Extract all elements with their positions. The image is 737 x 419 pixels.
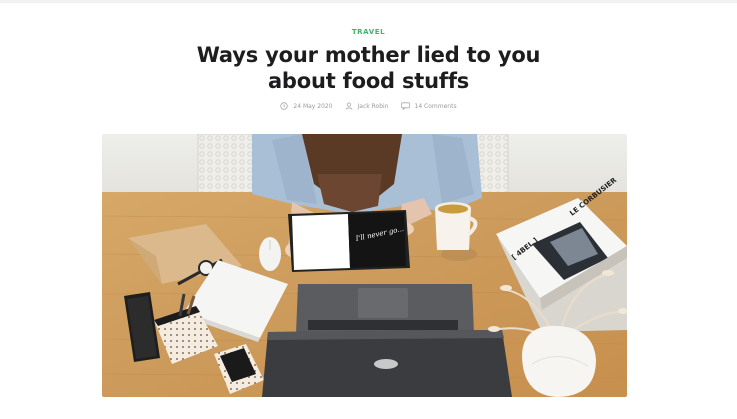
post-author[interactable]: Jack Robin <box>345 102 389 110</box>
post-category-link[interactable]: TRAVEL <box>0 28 737 36</box>
clock-icon <box>280 102 289 110</box>
post-date-text: 24 May 2020 <box>293 102 333 110</box>
post-title: Ways your mother lied to you about food … <box>150 42 587 94</box>
post-title-line-1: Ways your mother lied to you <box>196 43 541 67</box>
top-divider <box>0 0 737 3</box>
open-notebook: I'll never go... <box>288 210 410 272</box>
featured-image-illustration: I'll never go... LE CORBUSIER [ 4BEL ] <box>102 134 627 397</box>
computer-mouse <box>259 237 281 271</box>
comment-icon <box>400 102 410 110</box>
post-featured-image: I'll never go... LE CORBUSIER [ 4BEL ] <box>102 134 627 397</box>
post-title-line-2: about food stuffs <box>267 69 470 93</box>
user-icon <box>345 102 352 110</box>
post-author-name[interactable]: Jack Robin <box>358 103 389 110</box>
post-comments[interactable]: 14 Comments <box>400 102 457 110</box>
post-date: 24 May 2020 <box>280 102 333 110</box>
post-meta: 24 May 2020 Jack Robin 14 Comments <box>0 101 737 111</box>
post-comments-count[interactable]: 14 Comments <box>415 103 457 110</box>
